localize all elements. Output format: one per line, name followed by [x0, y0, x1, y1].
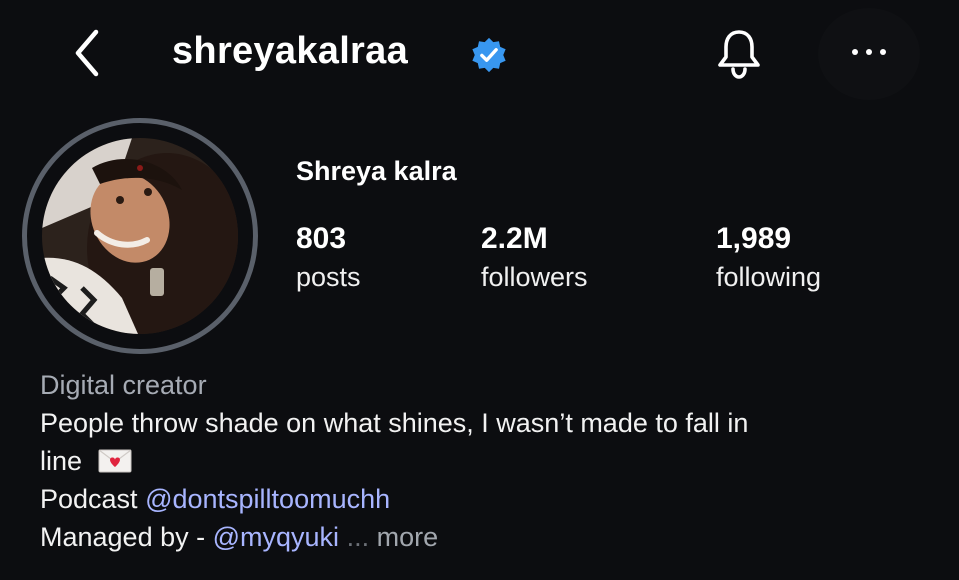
bell-icon — [718, 30, 760, 79]
podcast-mention-link[interactable]: @dontspilltoomuchh — [145, 484, 390, 514]
more-options-icon — [852, 49, 886, 55]
followers-count: 2.2M — [481, 222, 548, 255]
managed-label: Managed by - — [40, 522, 206, 552]
profile-avatar[interactable] — [42, 138, 238, 334]
following-count: 1,989 — [716, 222, 792, 255]
bio-text-line: People throw shade on what shines, I was… — [40, 408, 749, 438]
bio-text-line-2-text: line — [40, 446, 83, 476]
bio-more-link[interactable]: more — [377, 522, 439, 552]
profile-username: shreyakalraa — [172, 30, 409, 72]
back-chevron-icon — [75, 29, 99, 77]
avatar-photo — [42, 138, 238, 334]
profile-display-name: Shreya kalra — [296, 156, 457, 186]
podcast-label: Podcast — [40, 484, 138, 514]
profile-header: shreyakalraa — [0, 0, 959, 110]
followers-stat[interactable]: 2.2M followers — [481, 222, 588, 294]
posts-count: 803 — [296, 222, 347, 255]
following-label: following — [716, 262, 822, 292]
following-stat[interactable]: 1,989 following — [716, 222, 821, 294]
bio-podcast-line: Podcast @dontspilltoomuchh — [40, 480, 920, 518]
posts-stat[interactable]: 803 posts — [296, 222, 361, 294]
followers-label: followers — [481, 262, 588, 292]
verified-badge-icon — [472, 37, 506, 73]
bio-managed-line: Managed by - @myqyuki ... more — [40, 518, 920, 556]
notifications-button[interactable] — [708, 24, 770, 82]
more-options-button[interactable] — [818, 8, 920, 100]
bio-category: Digital creator — [40, 370, 207, 400]
bio-text-line-2: line — [40, 442, 920, 480]
profile-bio: Digital creator People throw shade on wh… — [40, 366, 920, 556]
bio-ellipsis: ... — [346, 522, 370, 552]
story-ring — [22, 118, 258, 354]
back-button[interactable] — [66, 26, 116, 80]
manager-mention-link[interactable]: @myqyuki — [213, 522, 339, 552]
love-letter-icon — [98, 449, 132, 473]
posts-label: posts — [296, 262, 361, 292]
